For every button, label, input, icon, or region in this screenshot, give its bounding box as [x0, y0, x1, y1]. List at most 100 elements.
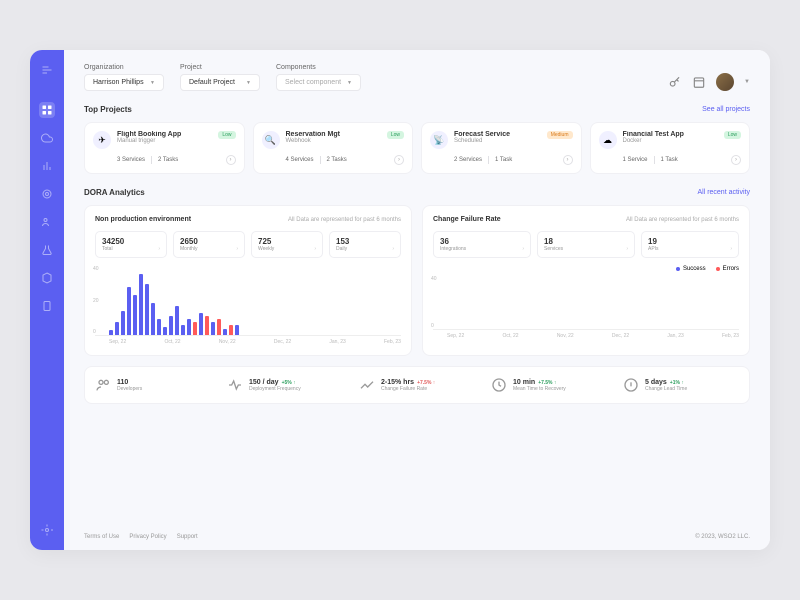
metric-icon	[227, 377, 243, 393]
project-icon: 📡	[430, 131, 448, 149]
sidebar	[30, 50, 64, 550]
project-card[interactable]: ✈ Flight Booking AppManual trigger Low 3…	[84, 122, 245, 174]
chevron-down-icon: ▼	[150, 80, 155, 86]
stat-value: 19	[648, 237, 732, 246]
project-sub: Scheduled	[454, 138, 541, 144]
project-name: Financial Test App	[623, 131, 718, 138]
metric-value: 110	[117, 379, 142, 386]
terms-link[interactable]: Terms of Use	[84, 534, 119, 540]
nav-box-icon[interactable]	[39, 270, 55, 286]
tasks-count: 1 Task	[661, 157, 678, 163]
stat-value: 153	[336, 237, 394, 246]
avatar[interactable]	[716, 73, 734, 91]
metric-icon	[491, 377, 507, 393]
status-badge: Low	[218, 131, 235, 139]
legend-errors: Errors	[716, 266, 739, 272]
privacy-link[interactable]: Privacy Policy	[129, 534, 166, 540]
metric-change: +1% ↑	[670, 380, 684, 386]
stat-card[interactable]: 153Daily	[329, 231, 401, 258]
project-label: Project	[180, 64, 260, 71]
chart-bar	[169, 316, 173, 335]
project-card[interactable]: 🔍 Reservation MgtWebhook Low 4 Services2…	[253, 122, 414, 174]
stat-card[interactable]: 36Integrations	[433, 231, 531, 258]
status-badge: Medium	[547, 131, 573, 139]
chart-bar	[193, 322, 197, 335]
tasks-count: 2 Tasks	[158, 157, 178, 163]
metric-label: Developers	[117, 386, 142, 392]
calendar-icon[interactable]	[692, 75, 706, 89]
stat-label: Services	[544, 246, 628, 252]
projects-row: ✈ Flight Booking AppManual trigger Low 3…	[84, 122, 750, 174]
project-name: Forecast Service	[454, 131, 541, 138]
chevron-down-icon[interactable]: ▼	[744, 79, 750, 85]
org-dropdown[interactable]: Harrison Phillips▼	[84, 74, 164, 91]
nav-target-icon[interactable]	[39, 186, 55, 202]
metric-value: 5 days+1% ↑	[645, 379, 687, 386]
chart-bar	[211, 322, 215, 335]
recent-link[interactable]: All recent activity	[697, 189, 750, 196]
chart-bar	[205, 316, 209, 335]
stat-card[interactable]: 18Services	[537, 231, 635, 258]
panel2-title: Change Failure Rate	[433, 216, 501, 223]
metric-label: Deployment Frequency	[249, 386, 301, 392]
more-icon[interactable]: ›	[563, 155, 573, 165]
panel1-sub: All Data are represented for past 6 mont…	[288, 217, 401, 223]
project-card[interactable]: 📡 Forecast ServiceScheduled Medium 2 Ser…	[421, 122, 582, 174]
project-name: Flight Booking App	[117, 131, 212, 138]
comp-label: Components	[276, 64, 361, 71]
nav-cloud-icon[interactable]	[39, 130, 55, 146]
chart-bar	[223, 329, 227, 335]
more-icon[interactable]: ›	[226, 155, 236, 165]
chart-bar	[127, 287, 131, 335]
key-icon[interactable]	[668, 75, 682, 89]
stat-label: Daily	[336, 246, 394, 252]
chart-bar	[199, 313, 203, 335]
panel-nonprod: Non production environment All Data are …	[84, 205, 412, 356]
metric-change: +7.5% ↑	[538, 380, 556, 386]
metric-label: Change Lead Time	[645, 386, 687, 392]
chart-bar	[133, 295, 137, 335]
project-dropdown[interactable]: Default Project▼	[180, 74, 260, 91]
more-icon[interactable]: ›	[394, 155, 404, 165]
metric: 110Developers	[95, 377, 211, 393]
stat-card[interactable]: 34250Total	[95, 231, 167, 258]
chart-bar	[235, 325, 239, 335]
metrics-row: 110Developers 150 / day+5% ↑Deployment Fr…	[84, 366, 750, 404]
project-name: Reservation Mgt	[286, 131, 381, 138]
metric-value: 2-15% hrs+7.5% ↑	[381, 379, 435, 386]
metric-value: 150 / day+5% ↑	[249, 379, 301, 386]
nav-users-icon[interactable]	[39, 214, 55, 230]
stat-label: Monthly	[180, 246, 238, 252]
chart-bar	[139, 274, 143, 335]
services-count: 1 Service	[623, 157, 648, 163]
stat-card[interactable]: 725Weekly	[251, 231, 323, 258]
nav-dashboard-icon[interactable]	[39, 102, 55, 118]
see-all-link[interactable]: See all projects	[702, 106, 750, 113]
project-sub: Docker	[623, 138, 718, 144]
legend-success: Success	[676, 266, 706, 272]
stat-value: 34250	[102, 237, 160, 246]
metric-value: 10 min+7.5% ↑	[513, 379, 566, 386]
chart-bar	[163, 327, 167, 335]
project-card[interactable]: ☁ Financial Test AppDocker Low 1 Service…	[590, 122, 751, 174]
stat-card[interactable]: 2650Monthly	[173, 231, 245, 258]
stat-card[interactable]: 19APIs	[641, 231, 739, 258]
menu-icon[interactable]	[39, 62, 55, 78]
metric-icon	[623, 377, 639, 393]
support-link[interactable]: Support	[177, 534, 198, 540]
metric: 150 / day+5% ↑Deployment Frequency	[227, 377, 343, 393]
services-count: 3 Services	[117, 157, 145, 163]
more-icon[interactable]: ›	[731, 155, 741, 165]
metric: 2-15% hrs+7.5% ↑Change Failure Rate	[359, 377, 475, 393]
chart-bar	[145, 284, 149, 335]
main-content: Organization Harrison Phillips▼ Project …	[64, 50, 770, 550]
nav-chart-icon[interactable]	[39, 158, 55, 174]
metric-icon	[95, 377, 111, 393]
chart-bar	[217, 319, 221, 335]
nav-flask-icon[interactable]	[39, 242, 55, 258]
chart-bar	[187, 319, 191, 335]
comp-dropdown[interactable]: Select component▼	[276, 74, 361, 91]
nav-doc-icon[interactable]	[39, 298, 55, 314]
settings-icon[interactable]	[39, 522, 55, 538]
copyright: © 2023, WSO2 LLC.	[695, 534, 750, 540]
